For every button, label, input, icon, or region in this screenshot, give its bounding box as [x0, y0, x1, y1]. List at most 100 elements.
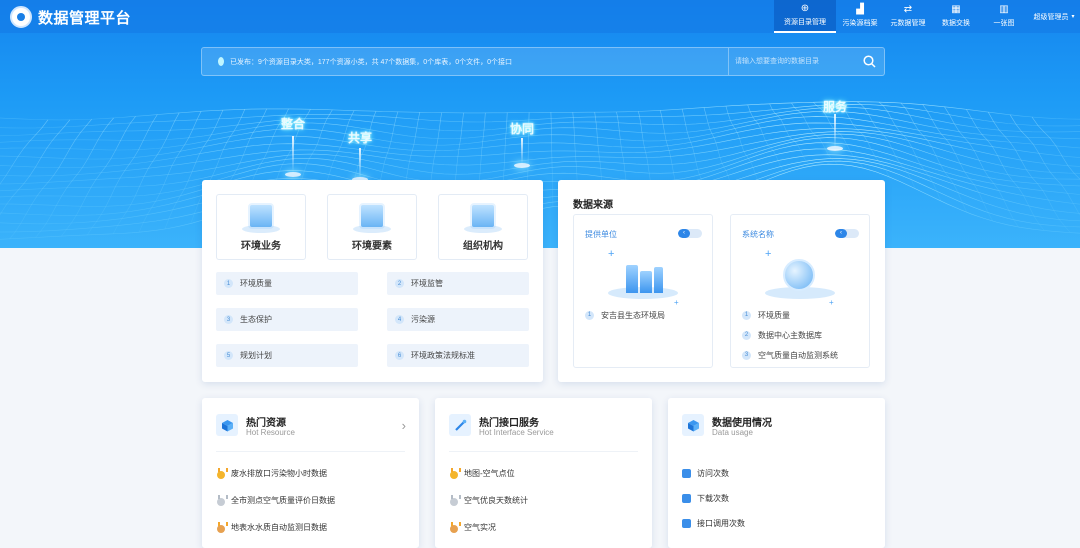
search-icon	[862, 55, 876, 68]
item-label: 地图-空气点位	[464, 469, 515, 478]
hot-resource-card: 热门资源 Hot Resource › 废水排放口污染物小时数据 全市测点空气质…	[202, 398, 419, 548]
panel-label: 系统名称	[742, 230, 774, 239]
section-subtitle: Hot Interface Service	[479, 428, 554, 437]
pin-base	[285, 172, 301, 177]
user-name: 超级管理员	[1033, 13, 1069, 21]
bronze-medal-icon	[216, 522, 228, 533]
hot-service-item[interactable]: 空气实况	[449, 522, 496, 533]
item-label: 安吉县生态环境局	[601, 310, 665, 320]
info-search-bar: 已发布：9个资源目录大类，177个资源小类，共 47个数据集，0个库表，0个文件…	[201, 47, 885, 76]
usage-item: 访问次数	[682, 468, 729, 479]
silver-medal-icon	[449, 495, 461, 506]
hot-service-item[interactable]: 地图-空气点位	[449, 468, 515, 479]
item-label: 污染源	[411, 315, 435, 324]
plus-icon: +	[674, 298, 679, 307]
chevron-left-icon: ‹	[835, 229, 847, 238]
system-toggle[interactable]: ‹	[835, 229, 859, 238]
item-label: 下载次数	[697, 494, 729, 503]
swap-icon: ⇄	[903, 4, 913, 15]
nav-pollution-archive[interactable]: ▟ 污染源档案	[836, 0, 884, 33]
chevron-right-icon[interactable]: ›	[402, 418, 406, 433]
subcategory-item[interactable]: 3 生态保护	[216, 308, 358, 331]
provider-toggle[interactable]: ‹	[678, 229, 702, 238]
item-number: 1	[742, 310, 751, 320]
pin-stem	[292, 136, 294, 172]
item-label: 环境政策法规标准	[411, 351, 475, 360]
system-item[interactable]: 2 数据中心主数据库	[742, 325, 838, 345]
subcategory-item[interactable]: 1 环境质量	[216, 272, 358, 295]
grid-icon: ▦	[951, 4, 961, 15]
subcategory-item[interactable]: 5 规划计划	[216, 344, 358, 367]
main-nav: ⊕ 资源目录管理 ▟ 污染源档案 ⇄ 元数据管理 ▦ 数据交换 ▥ 一张图 超级…	[774, 0, 1080, 33]
mesh-line	[900, 102, 968, 213]
pin-base	[827, 146, 843, 151]
search-input[interactable]	[728, 48, 854, 75]
provider-item[interactable]: 1 安吉县生态环境局	[585, 305, 665, 325]
system-item[interactable]: 1 环境质量	[742, 305, 838, 325]
item-number: 5	[224, 351, 233, 360]
pin-stem	[834, 114, 836, 148]
nav-metadata[interactable]: ⇄ 元数据管理	[884, 0, 932, 33]
panel-label: 提供单位	[585, 230, 617, 239]
section-subtitle: Data usage	[712, 428, 753, 437]
subcategory-item[interactable]: 4 污染源	[387, 308, 529, 331]
drop-icon	[218, 57, 224, 66]
item-number: 6	[395, 351, 404, 360]
nav-resource-catalog[interactable]: ⊕ 资源目录管理	[774, 0, 836, 33]
item-label: 规划计划	[240, 351, 272, 360]
category-env-elements[interactable]: 环境要素	[327, 194, 417, 260]
item-label: 环境监管	[411, 279, 443, 288]
bronze-medal-icon	[449, 522, 461, 533]
data-source-card: 数据来源 提供单位 ‹ + + 1 安吉县生态环境局 系统名称 ‹ + + 1 环境…	[558, 180, 885, 382]
item-number: 2	[742, 330, 751, 340]
catalog-category-card: 环境业务 环境要素 组织机构 1 环境质量 2 环境监管 3 生态保护 4 污染源 5规…	[202, 180, 543, 382]
mesh-line	[0, 101, 1080, 121]
system-item[interactable]: 3 空气质量自动监测系统	[742, 345, 838, 365]
divider	[449, 451, 638, 452]
section-subtitle: Hot Resource	[246, 428, 295, 437]
nav-data-exchange[interactable]: ▦ 数据交换	[932, 0, 980, 33]
nav-label: 数据交换	[942, 20, 970, 27]
hot-resource-item[interactable]: 全市测点空气质量评价日数据	[216, 495, 335, 506]
item-label: 废水排放口污染物小时数据	[231, 469, 327, 478]
pin-base	[514, 163, 530, 168]
hot-service-item[interactable]: 空气优良天数统计	[449, 495, 528, 506]
nav-label: 资源目录管理	[784, 19, 826, 26]
pin-share: 共享	[348, 131, 373, 145]
gold-medal-icon	[216, 468, 228, 479]
usage-item: 接口调用次数	[682, 518, 745, 529]
item-number: 4	[395, 315, 404, 324]
mesh-line	[9, 119, 92, 240]
cube-icon	[216, 414, 238, 436]
search-button[interactable]	[854, 48, 884, 75]
subcategory-item[interactable]: 6 环境政策法规标准	[387, 344, 529, 367]
mesh-line	[0, 119, 71, 216]
visit-icon	[682, 469, 691, 478]
hot-resource-item[interactable]: 地表水水质自动监测日数据	[216, 522, 327, 533]
user-menu[interactable]: 超级管理员 ▾	[1028, 0, 1080, 33]
globe-icon	[783, 259, 815, 291]
provider-list: 1 安吉县生态环境局	[585, 305, 665, 325]
item-label: 地表水水质自动监测日数据	[231, 523, 327, 532]
category-organization[interactable]: 组织机构	[438, 194, 528, 260]
hot-resource-item[interactable]: 废水排放口污染物小时数据	[216, 468, 327, 479]
building-icon	[640, 271, 652, 293]
nav-label: 污染源档案	[842, 20, 878, 27]
category-env-business[interactable]: 环境业务	[216, 194, 306, 260]
chevron-left-icon: ‹	[678, 229, 690, 238]
app-title: 数据管理平台	[38, 10, 132, 27]
download-icon	[682, 494, 691, 503]
category-label: 环境业务	[241, 241, 281, 252]
map-icon: ▥	[999, 4, 1009, 15]
section-title: 热门接口服务	[479, 418, 539, 429]
section-title: 数据来源	[573, 200, 613, 211]
category-label: 组织机构	[463, 241, 503, 252]
provider-panel: 提供单位 ‹ + + 1 安吉县生态环境局	[573, 214, 713, 368]
subcategory-item[interactable]: 2 环境监管	[387, 272, 529, 295]
mesh-line	[725, 106, 761, 183]
nav-map[interactable]: ▥ 一张图	[980, 0, 1028, 33]
system-list: 1 环境质量 2 数据中心主数据库 3 空气质量自动监测系统	[742, 305, 838, 365]
hot-service-card: 热门接口服务 Hot Interface Service 地图-空气点位 空气优…	[435, 398, 652, 548]
pin-integrate: 整合	[281, 117, 306, 131]
pin-service: 服务	[823, 100, 848, 114]
